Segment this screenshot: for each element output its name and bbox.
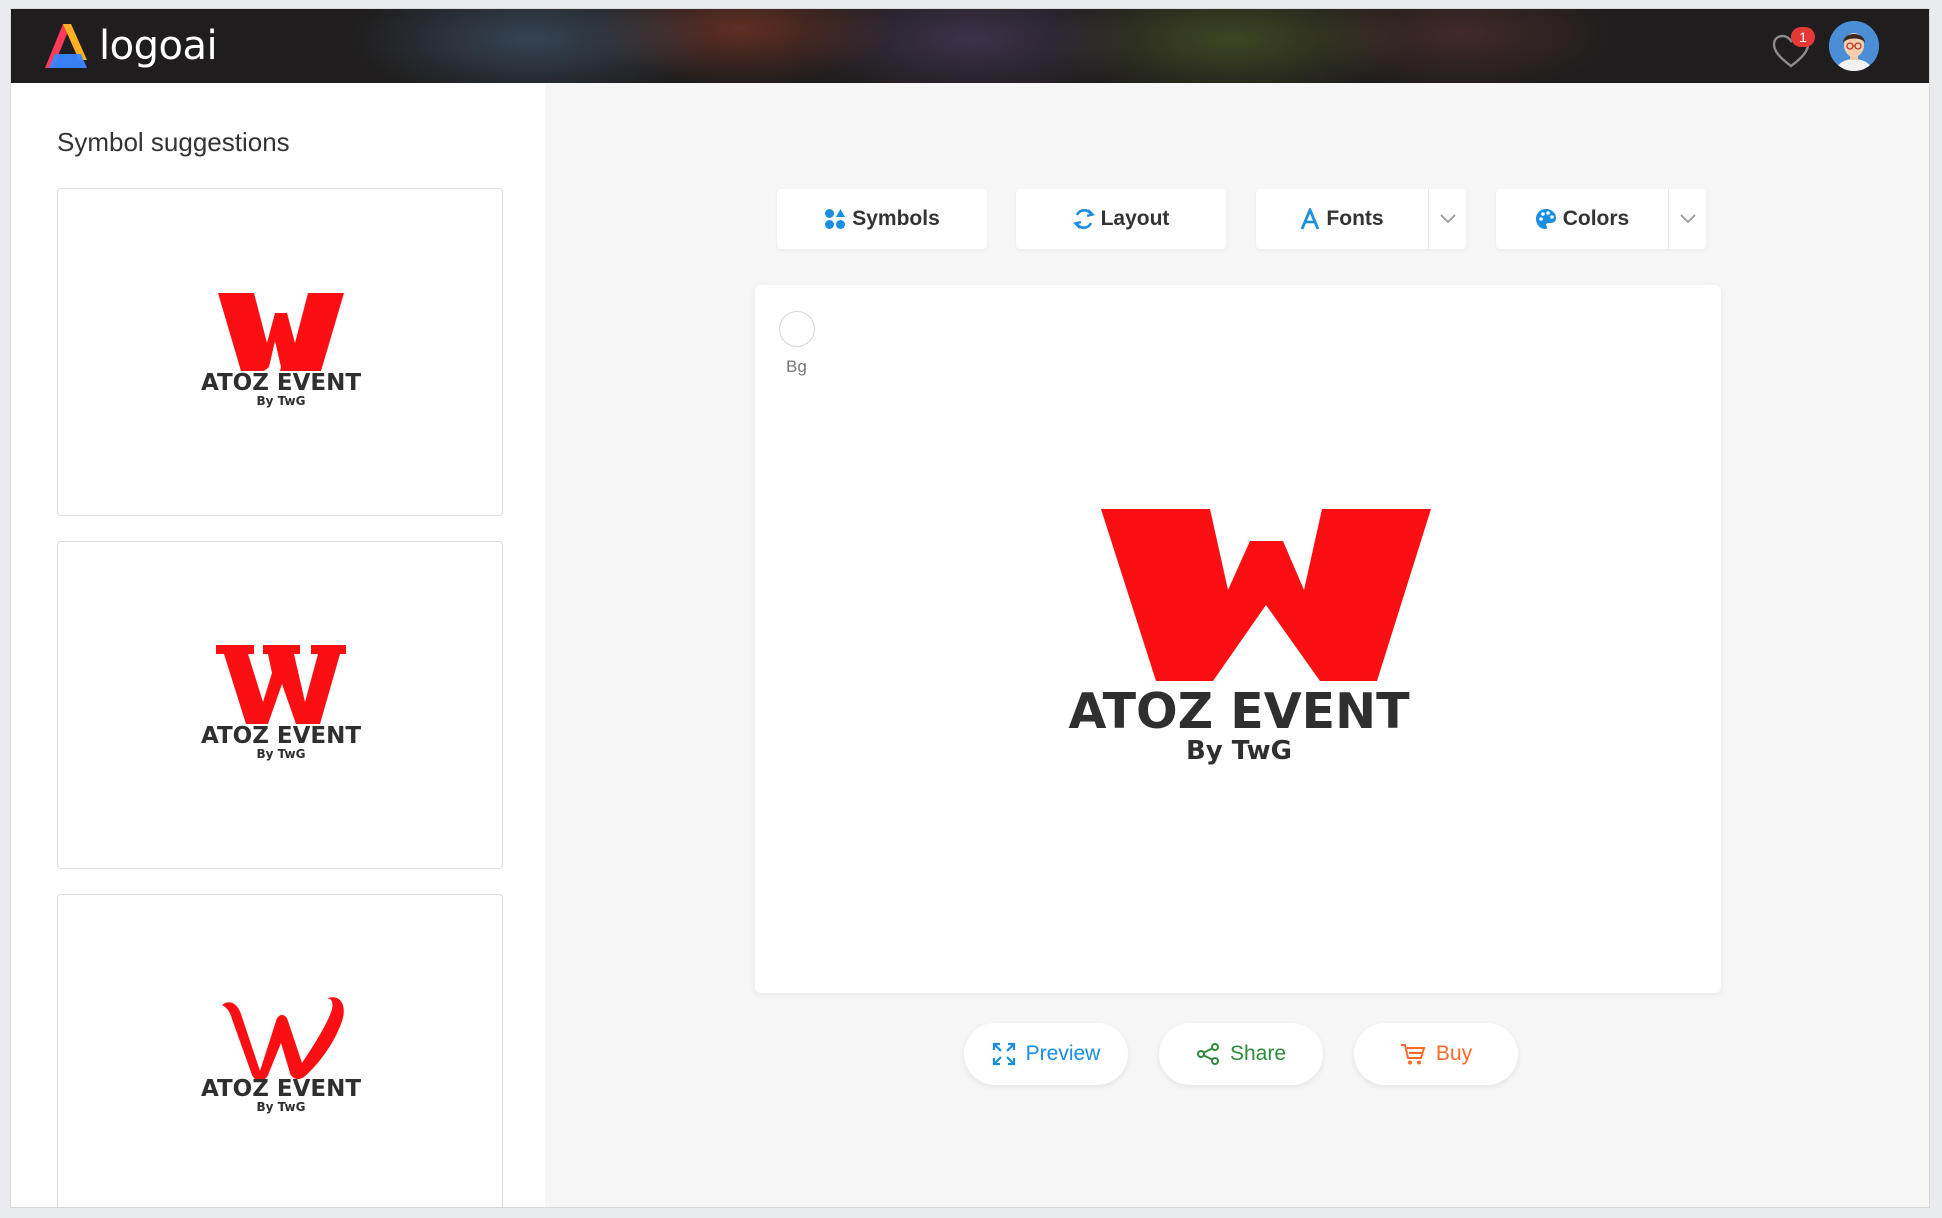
preview-label: Preview <box>1025 1042 1101 1065</box>
brand-logo[interactable]: logoai <box>41 19 218 73</box>
fonts-button-main[interactable]: Fonts <box>1256 189 1428 249</box>
symbols-button-main[interactable]: Symbols <box>777 189 987 249</box>
suggestion-tagline: By TwG <box>257 747 306 761</box>
logo-name: ATOZ EVENT <box>1068 683 1410 740</box>
colors-label: Colors <box>1562 207 1630 230</box>
avatar-icon <box>1829 21 1879 71</box>
share-icon <box>1196 1043 1219 1065</box>
symbols-icon <box>825 209 846 229</box>
cart-icon <box>1400 1044 1426 1065</box>
chevron-down-icon <box>1679 214 1696 224</box>
user-avatar[interactable] <box>1829 21 1879 71</box>
suggestion-logo: ATOZ EVENT By TwG <box>201 997 361 1114</box>
fonts-dropdown-toggle[interactable] <box>1428 189 1466 249</box>
suggestion-tagline: By TwG <box>257 394 306 408</box>
symbol-suggestions-panel: Symbol suggestions ATOZ EVENT By TwG ATO… <box>11 83 545 1207</box>
suggestion-name: ATOZ EVENT <box>201 1076 361 1102</box>
suggestion-card[interactable]: ATOZ EVENT By TwG <box>57 894 503 1207</box>
chevron-down-icon <box>1439 214 1456 224</box>
logoai-mark-icon <box>45 24 87 68</box>
top-bar: logoai 1 <box>11 9 1929 83</box>
brand-name: logoai <box>99 23 218 69</box>
refresh-icon <box>1072 209 1095 229</box>
suggestion-tagline: By TwG <box>257 1100 306 1114</box>
symbols-label: Symbols <box>852 207 940 230</box>
colors-dropdown-toggle[interactable] <box>1668 189 1706 249</box>
layout-button-main[interactable]: Layout <box>1016 189 1226 249</box>
layout-label: Layout <box>1100 207 1170 230</box>
app-window: logoai 1 Symbol suggestions ATOZ EVENT B… <box>10 8 1930 1208</box>
preview-button[interactable]: Preview <box>964 1023 1128 1085</box>
colors-button-main[interactable]: Colors <box>1496 189 1668 249</box>
w-symbol-icon <box>1101 509 1431 681</box>
w-symbol-icon <box>218 293 344 371</box>
expand-icon <box>992 1042 1015 1066</box>
favorites-button[interactable]: 1 <box>1769 27 1817 71</box>
w-symbol-icon <box>216 645 346 724</box>
buy-button[interactable]: Buy <box>1354 1023 1518 1085</box>
buy-label: Buy <box>1435 1042 1473 1065</box>
colors-button[interactable]: Colors <box>1496 189 1706 249</box>
suggestion-card[interactable]: ATOZ EVENT By TwG <box>57 188 503 516</box>
sidebar-title: Symbol suggestions <box>57 127 290 157</box>
share-label: Share <box>1229 1042 1287 1065</box>
suggestion-card[interactable]: ATOZ EVENT By TwG <box>57 541 503 869</box>
suggestion-logo: ATOZ EVENT By TwG <box>201 645 361 761</box>
logo-tagline: By TwG <box>1186 736 1292 766</box>
suggestion-logo: ATOZ EVENT By TwG <box>201 293 361 408</box>
suggestion-name: ATOZ EVENT <box>201 723 361 749</box>
suggestion-name: ATOZ EVENT <box>201 370 361 396</box>
font-icon <box>1301 208 1320 230</box>
w-symbol-icon <box>222 997 344 1081</box>
fonts-button[interactable]: Fonts <box>1256 189 1466 249</box>
share-button[interactable]: Share <box>1159 1023 1323 1085</box>
favorites-count-badge: 1 <box>1791 27 1815 47</box>
fonts-label: Fonts <box>1326 207 1384 230</box>
layout-button[interactable]: Layout <box>1016 189 1226 249</box>
palette-icon <box>1535 209 1556 229</box>
symbols-button[interactable]: Symbols <box>777 189 987 249</box>
logo-canvas[interactable]: Bg ATOZ EVENT By TwG <box>755 285 1721 993</box>
logo-preview: ATOZ EVENT By TwG <box>1068 509 1431 766</box>
